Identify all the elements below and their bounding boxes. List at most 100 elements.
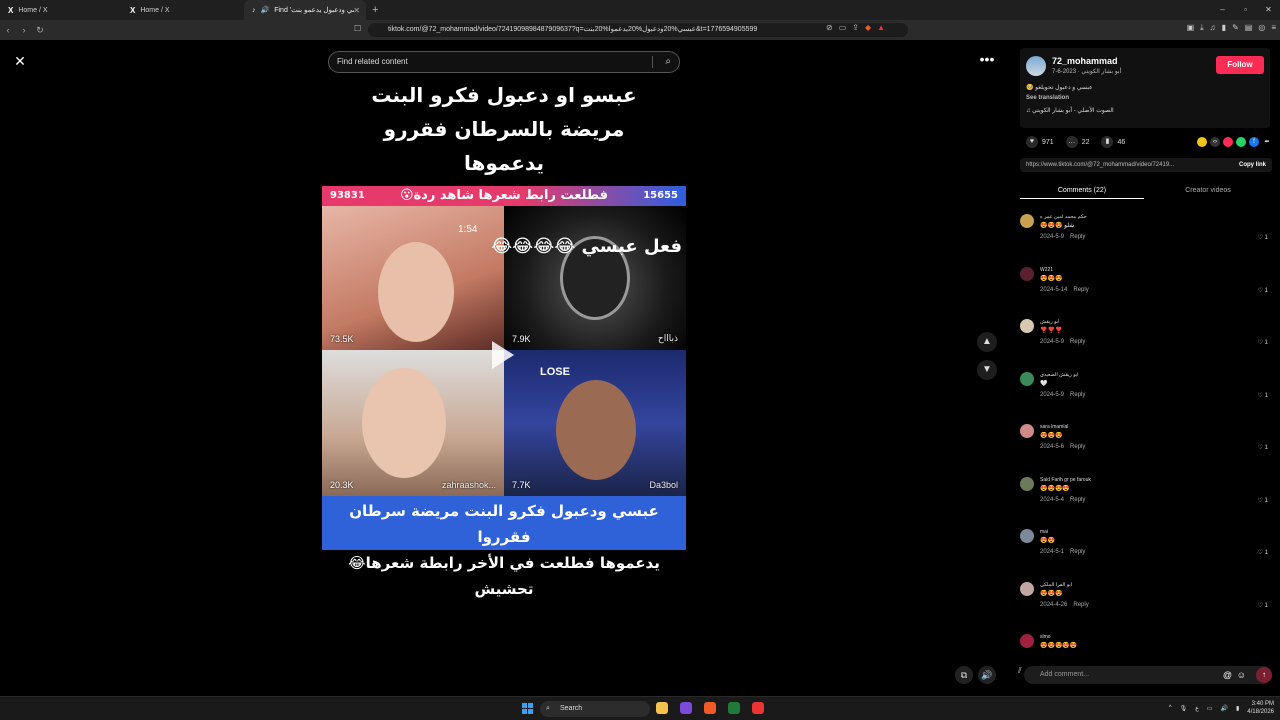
share-icon[interactable]: ⇪ — [852, 23, 859, 32]
browser-tab-home-x-1[interactable]: X Home / X — [0, 0, 122, 20]
comment-like[interactable]: ♡ 1 — [1258, 287, 1268, 294]
chrome-icon[interactable] — [752, 702, 764, 714]
menu-icon[interactable]: ≡ — [1271, 23, 1276, 33]
comment-author[interactable]: mai — [1040, 529, 1048, 535]
app-icon[interactable] — [680, 702, 692, 714]
browser-tab-tiktok[interactable]: ♪ 🔊 Find 'عبسي ودعبول يدعمو بنت ✕ — [244, 0, 366, 20]
play-icon[interactable] — [492, 341, 514, 369]
reply-button[interactable]: Reply — [1070, 339, 1085, 345]
comment-author[interactable]: sara lmamlal — [1040, 424, 1068, 430]
send-icon[interactable] — [1223, 137, 1233, 147]
avatar[interactable] — [1020, 319, 1034, 333]
comment-like[interactable]: ♡ 1 — [1258, 234, 1268, 241]
reply-button[interactable]: Reply — [1070, 549, 1085, 555]
vpn-icon[interactable]: ◎ — [1258, 23, 1265, 33]
close-tab-icon[interactable]: ✕ — [353, 6, 360, 15]
install-icon[interactable]: ▭ — [839, 23, 847, 32]
comment-like[interactable]: ♡ 1 — [1258, 549, 1268, 556]
emoji-icon[interactable]: ☺ — [1237, 666, 1246, 684]
rewards-icon[interactable]: ▲ — [877, 23, 885, 32]
wallet-icon[interactable]: ▤ — [1245, 23, 1253, 33]
pip-icon[interactable]: ⧉ — [955, 666, 973, 684]
mute-icon[interactable]: ⊘ — [826, 23, 833, 32]
comment-author[interactable]: ابو الفرا الملكي — [1040, 582, 1072, 588]
reload-icon[interactable]: ↻ — [32, 25, 48, 36]
mention-icon[interactable]: @ — [1223, 666, 1232, 684]
avatar[interactable] — [1020, 266, 1034, 281]
embed-icon[interactable]: ‹› — [1210, 137, 1220, 147]
like-stat[interactable]: ♥ 971 — [1026, 136, 1054, 148]
music-icon[interactable]: ♫ — [1210, 23, 1216, 33]
network-icon[interactable]: ▭ — [1207, 705, 1213, 712]
new-tab-button[interactable]: + — [372, 4, 378, 16]
comment-like[interactable]: ♡ 1 — [1258, 497, 1268, 504]
add-comment-input[interactable]: Add comment... @ ☺ ↑ — [1024, 666, 1272, 684]
follow-button[interactable]: Follow — [1216, 56, 1264, 74]
back-icon[interactable]: ‹ — [0, 25, 16, 35]
browser-tab-home-x-2[interactable]: X Home / X — [122, 0, 244, 20]
search-icon[interactable]: ⌕ — [665, 52, 671, 72]
comment-like[interactable]: ♡ 1 — [1258, 392, 1268, 399]
comment-author[interactable]: حكم محمد امين عمر ه — [1040, 214, 1087, 220]
avatar[interactable] — [1026, 56, 1046, 76]
forward-icon[interactable]: › — [16, 25, 32, 35]
avatar[interactable] — [1020, 581, 1034, 596]
download-icon[interactable]: ⤓ — [1200, 23, 1204, 33]
comment-like[interactable]: ♡ 1 — [1258, 339, 1268, 346]
tiktok-icon[interactable]: ⫽ — [1018, 666, 1022, 676]
share-arrow-icon[interactable]: ➦ — [1262, 137, 1272, 147]
extensions-icon[interactable]: ✎ — [1232, 23, 1239, 33]
clock[interactable]: 3:40 PM 4/18/2026 — [1247, 700, 1274, 716]
avatar[interactable] — [1020, 476, 1034, 491]
previous-video-button[interactable]: ▲ — [977, 332, 997, 352]
comment-stat[interactable]: … 22 — [1065, 136, 1089, 148]
comment-like[interactable]: ♡ 1 — [1258, 444, 1268, 451]
comment-like[interactable]: ♡ 1 — [1258, 602, 1268, 609]
tab-comments[interactable]: Comments (22) — [1020, 184, 1144, 199]
panel-icon[interactable]: ▮ — [1222, 23, 1226, 33]
file-explorer-icon[interactable] — [656, 702, 668, 714]
taskbar-search[interactable]: ⌕ Search — [540, 701, 650, 717]
save-stat[interactable]: ▮ 46 — [1101, 136, 1125, 148]
brave-shield-icon[interactable]: ◆ — [865, 23, 871, 32]
maximize-button[interactable]: ▫ — [1234, 0, 1257, 20]
speaker-icon[interactable]: 🔊 — [1221, 705, 1228, 712]
brave-icon[interactable] — [704, 702, 716, 714]
minimize-button[interactable]: – — [1211, 0, 1234, 20]
reply-button[interactable]: Reply — [1070, 234, 1085, 240]
speaker-icon[interactable]: 🔊 — [261, 6, 270, 14]
comment-author[interactable]: slmo — [1040, 634, 1051, 640]
reply-button[interactable]: Reply — [1070, 392, 1085, 398]
avatar[interactable] — [1020, 424, 1034, 438]
sound-link[interactable]: ♫ الصوت الأصلي - أبو بشار الكويتي — [1026, 107, 1114, 114]
bookmark-icon[interactable]: ☐ — [354, 24, 361, 33]
whatsapp-icon[interactable] — [1236, 137, 1246, 147]
close-video-button[interactable]: ✕ — [10, 52, 30, 72]
volume-icon[interactable]: 🔊 — [978, 666, 996, 684]
comment-author[interactable]: ابو ريقش — [1040, 319, 1059, 325]
copy-link-button[interactable]: Copy link — [1239, 158, 1266, 172]
mic-icon[interactable]: 🎙 — [1180, 705, 1188, 712]
avatar[interactable] — [1020, 371, 1034, 386]
video-player[interactable]: عبسو او دعبول فكرو البنت مريضة بالسرطان … — [322, 78, 686, 696]
avatar[interactable] — [1020, 634, 1034, 648]
comment-author[interactable]: ابو ريقش الصعيدي — [1040, 372, 1079, 378]
see-translation-link[interactable]: See translation — [1026, 95, 1069, 101]
language-icon[interactable]: ع — [1195, 705, 1199, 712]
tab-creator-videos[interactable]: Creator videos — [1146, 184, 1270, 198]
comment-author[interactable]: W221 — [1040, 267, 1053, 273]
battery-icon[interactable]: ▮ — [1236, 705, 1239, 712]
more-options-button[interactable]: ••• — [975, 52, 999, 68]
comment-author[interactable]: Said Farih gr pe farouk — [1040, 477, 1091, 483]
windows-start-icon[interactable] — [522, 703, 533, 714]
tray-chevron-icon[interactable]: ^ — [1169, 705, 1172, 711]
next-video-button[interactable]: ▼ — [977, 360, 997, 380]
related-search-input[interactable]: Find related content ⌕ — [328, 51, 680, 73]
reply-button[interactable]: Reply — [1070, 444, 1085, 450]
reply-button[interactable]: Reply — [1073, 287, 1088, 293]
reply-button[interactable]: Reply — [1070, 497, 1085, 503]
reply-button[interactable]: Reply — [1073, 602, 1088, 608]
sidebar-icon[interactable]: ▣ — [1187, 23, 1195, 33]
avatar[interactable] — [1020, 214, 1034, 228]
excel-icon[interactable] — [728, 702, 740, 714]
